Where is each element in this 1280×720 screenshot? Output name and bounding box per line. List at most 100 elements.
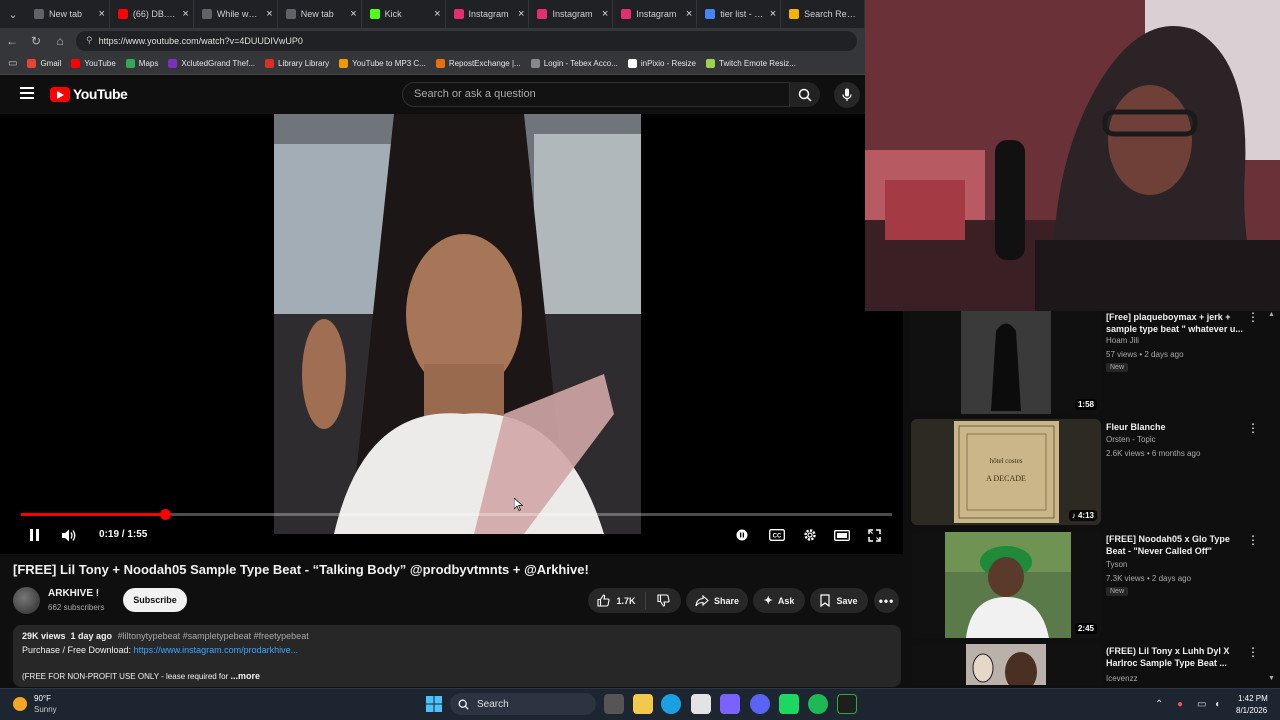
bookmark-item[interactable]: YouTube to MP3 C... [339,59,426,68]
tab-close-icon[interactable]: × [182,8,188,20]
clock-time[interactable]: 1:42 PM [1238,694,1268,703]
bookmark-item[interactable]: RepostExchange |... [435,59,521,68]
subscribe-button[interactable]: Subscribe [123,588,187,612]
browser-tab[interactable]: While we wa × [194,0,278,28]
copilot-icon[interactable] [720,694,740,714]
recommendation-thumbnail[interactable]: hôtel costes A DECADE ♪ 4:13 [911,419,1101,525]
voice-search-button[interactable] [834,82,860,108]
tab-close-icon[interactable]: × [266,8,272,20]
youtube-logo[interactable]: YouTube [50,86,128,102]
share-button[interactable]: Share [686,588,748,613]
monitor-icon[interactable]: ▭ [1197,699,1206,710]
taskbar-search[interactable]: Search [450,693,596,715]
captions-button[interactable]: CC [767,525,787,545]
bookmark-item[interactable]: Maps [125,59,158,68]
progress-scrubber-handle[interactable] [160,509,171,520]
recommendation-channel[interactable]: Tyson [1106,560,1127,569]
more-vertical-icon[interactable]: ⋮ [1247,534,1259,548]
volume-icon[interactable]: ◖ [1214,699,1220,710]
edge-browser-icon[interactable] [661,694,681,714]
video-frame[interactable] [274,114,641,534]
recommendation-item[interactable]: hôtel costes A DECADE ♪ 4:13 Fleur Blanc… [911,419,1271,525]
search-button[interactable] [790,82,820,107]
site-info-icon[interactable]: ⚲ [86,35,93,46]
tab-search-button[interactable]: ⌄ [0,0,26,28]
more-actions-button[interactable]: ••• [874,588,899,613]
windows-start-icon[interactable] [424,694,444,714]
file-explorer-icon[interactable] [633,694,653,714]
clock-date[interactable]: 8/1/2026 [1236,706,1267,715]
browser-tab[interactable]: tier list - Sear × [697,0,782,28]
autoplay-toggle[interactable] [733,525,751,545]
app-icon[interactable] [779,694,799,714]
bookmark-item[interactable]: Library Library [265,59,329,68]
tab-close-icon[interactable]: × [602,8,608,20]
spotify-icon[interactable] [808,694,828,714]
more-vertical-icon[interactable]: ⋮ [1247,422,1259,436]
browser-tab[interactable]: Kick × [362,0,446,28]
tab-close-icon[interactable]: × [434,8,440,20]
like-button[interactable]: 1.7K [588,592,646,609]
recommendation-item[interactable]: 2:45 [FREE] Noodah05 x Glo Type Beat - "… [911,532,1271,638]
recommendation-title[interactable]: [FREE] Noodah05 x Glo Type Beat - "Never… [1106,533,1246,557]
task-view-icon[interactable] [604,694,624,714]
bookmark-item[interactable]: YouTube [71,59,116,68]
ask-button[interactable]: ✦ Ask [753,588,805,613]
volume-button[interactable] [59,525,79,545]
browser-tab[interactable]: (66) DB.Bout × [110,0,194,28]
fullscreen-button[interactable] [864,525,884,545]
recommendation-channel[interactable]: Orsten - Topic [1106,435,1156,444]
pause-button[interactable] [25,525,43,545]
scroll-up-arrow[interactable]: ▲ [1268,311,1275,318]
save-button[interactable]: Save [810,588,868,613]
recommendation-title[interactable]: (FREE) Lil Tony x Luhh Dyl X Harlroc Sam… [1106,645,1246,669]
discord-icon[interactable] [750,694,770,714]
bookmark-item[interactable]: Login - Tebex Acco... [530,59,618,68]
channel-name[interactable]: ARKHIVE ! [48,588,99,599]
address-bar[interactable]: ⚲ https://www.youtube.com/watch?v=4DUUDI… [76,30,857,51]
more-vertical-icon[interactable]: ⋮ [1247,646,1259,660]
browser-tab[interactable]: Search Result [781,0,865,28]
recommendation-item[interactable]: 1:58 [Free] plaqueboymax + jerk + sample… [911,311,1271,414]
tab-close-icon[interactable]: × [770,8,776,20]
recommendation-thumbnail[interactable]: 1:58 [911,311,1101,414]
microsoft-store-icon[interactable] [691,694,711,714]
microphone-icon[interactable]: ● [1177,699,1183,710]
browser-tab[interactable]: Instagram × [613,0,698,28]
weather-temperature[interactable]: 90°F [34,694,51,703]
hamburger-menu-icon[interactable] [20,87,34,99]
search-input[interactable]: Search or ask a question [402,82,790,107]
theater-mode-button[interactable] [832,525,852,545]
browser-tab[interactable]: New tab × [26,0,110,28]
scroll-down-arrow[interactable]: ▼ [1268,675,1275,682]
dislike-button[interactable] [646,594,681,607]
tab-close-icon[interactable]: × [98,8,104,20]
browser-tab[interactable]: Instagram × [529,0,614,28]
home-icon[interactable]: ⌂ [48,28,72,53]
back-icon[interactable]: ← [0,28,24,53]
recommendation-channel[interactable]: Icevenzz [1106,674,1138,683]
show-more-button[interactable]: ...more [231,671,261,681]
apps-icon[interactable]: ▭ [8,58,17,69]
app-icon[interactable] [837,694,857,714]
tab-close-icon[interactable]: × [686,8,692,20]
tab-close-icon[interactable]: × [518,8,524,20]
bookmark-item[interactable]: inPixio - Resize [627,59,696,68]
bookmark-item[interactable]: Twitch Emote Resiz... [706,59,796,68]
chevron-up-icon[interactable]: ⌃ [1155,699,1163,710]
recommendation-thumbnail[interactable]: 2:45 [911,532,1101,638]
bookmark-item[interactable]: Gmail [27,59,61,68]
tab-close-icon[interactable]: × [350,8,356,20]
recommendation-item[interactable]: (FREE) Lil Tony x Luhh Dyl X Harlroc Sam… [911,644,1271,685]
sun-icon[interactable] [13,697,27,711]
reload-icon[interactable]: ↻ [24,28,48,53]
description-tags[interactable]: #liltonytypebeat #sampletypebeat #freety… [118,631,309,641]
bookmark-item[interactable]: XclutedGrand Thef... [168,59,255,68]
recommendation-title[interactable]: Fleur Blanche [1106,421,1246,433]
more-vertical-icon[interactable]: ⋮ [1247,311,1259,325]
browser-tab[interactable]: New tab × [278,0,362,28]
channel-avatar[interactable] [13,587,40,614]
recommendation-thumbnail[interactable] [911,644,1101,685]
settings-button[interactable] [800,525,820,545]
description-link[interactable]: https://www.instagram.com/prodarkhive... [134,645,299,655]
